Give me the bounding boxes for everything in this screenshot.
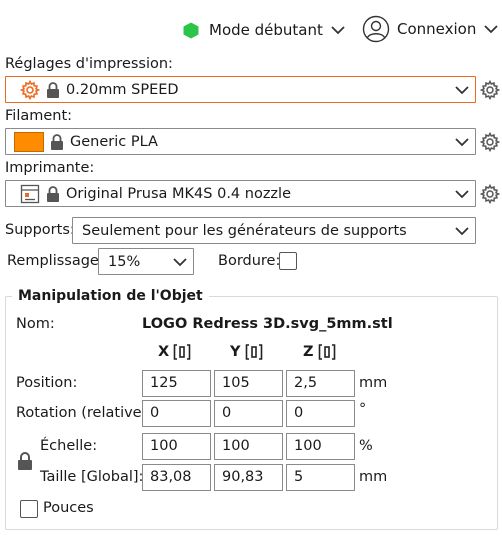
print-settings-gear-icon[interactable] [480,80,500,100]
size-unit: mm [359,469,388,485]
infill-value: 15% [108,253,141,270]
chevron-down-icon [167,257,193,267]
scale-y-input[interactable]: 100 [214,433,283,460]
axis-x-label: X [158,344,170,360]
lock-icon[interactable] [17,451,33,471]
axis-z-icon [318,344,335,360]
size-y-input[interactable]: 90,83 [214,464,283,491]
rotation-x-input[interactable]: 0 [142,400,211,427]
filament-gear-icon[interactable] [480,132,500,152]
chevron-down-icon [449,226,475,236]
printer-gear-icon[interactable] [480,184,500,204]
lock-icon [47,81,59,98]
printer-value: Original Prusa MK4S 0.4 nozzle [66,185,291,202]
rotation-y-input[interactable]: 0 [214,400,283,427]
name-label: Nom: [16,316,55,332]
position-z-input[interactable]: 2,5 [286,370,355,397]
size-z-input[interactable]: 5 [286,464,355,491]
rotation-z-input[interactable]: 0 [286,400,355,427]
rotation-label: Rotation (relative): [16,405,153,421]
printer-combo[interactable]: Original Prusa MK4S 0.4 nozzle [5,180,476,207]
lock-icon [47,185,59,202]
rotation-unit: ° [359,401,367,417]
lock-icon [51,133,63,150]
axis-x-icon [173,344,191,360]
position-unit: mm [359,375,388,391]
axis-z-header: Z [303,344,336,360]
print-settings-label: Réglages d'impression: [5,56,173,72]
axis-y-icon [245,344,262,360]
gear-icon [20,79,40,100]
chevron-down-icon [484,25,498,34]
object-manipulation-title: Manipulation de l'Objet [12,288,209,304]
supports-value: Seulement pour les générateurs de suppor… [82,222,407,239]
filament-label: Filament: [5,108,73,124]
login-label: Connexion [397,20,477,38]
axis-y-label: Y [230,344,241,360]
scale-unit: % [359,438,373,454]
position-y-input[interactable]: 105 [214,370,283,397]
chevron-down-icon [331,26,345,35]
scale-x-input[interactable]: 100 [142,433,211,460]
infill-combo[interactable]: 15% [98,248,194,275]
object-name: LOGO Redress 3D.svg_5mm.stl [142,316,393,332]
inches-checkbox[interactable] [20,500,38,518]
user-icon [362,15,390,43]
size-label: Taille [Global]: [40,469,144,485]
printer-icon [20,184,40,203]
chevron-down-icon [449,189,475,199]
filament-combo[interactable]: Generic PLA [5,128,476,155]
print-settings-combo[interactable]: 0.20mm SPEED [5,76,476,103]
position-label: Position: [16,375,78,391]
axis-x-header: X [158,344,191,360]
mode-label: Mode débutant [209,21,323,39]
size-x-input[interactable]: 83,08 [142,464,211,491]
login-button[interactable]: Connexion [362,14,499,44]
brim-checkbox[interactable] [279,252,297,270]
scale-z-input[interactable]: 100 [286,433,355,460]
hexagon-icon [183,22,199,38]
position-x-input[interactable]: 125 [142,370,211,397]
scale-label: Échelle: [40,438,98,454]
infill-label: Remplissage: [7,253,104,269]
filament-value: Generic PLA [70,133,158,150]
inches-label: Pouces [43,500,94,516]
chevron-down-icon [449,85,475,95]
supports-label: Supports: [5,222,75,238]
brim-label: Bordure: [218,253,281,269]
print-settings-value: 0.20mm SPEED [66,81,179,98]
axis-z-label: Z [303,344,314,360]
mode-selector[interactable]: Mode débutant [183,15,346,45]
filament-color-swatch[interactable] [14,131,44,152]
printer-label: Imprimante: [5,160,95,176]
supports-combo[interactable]: Seulement pour les générateurs de suppor… [72,217,476,244]
chevron-down-icon [449,137,475,147]
axis-y-header: Y [230,344,263,360]
